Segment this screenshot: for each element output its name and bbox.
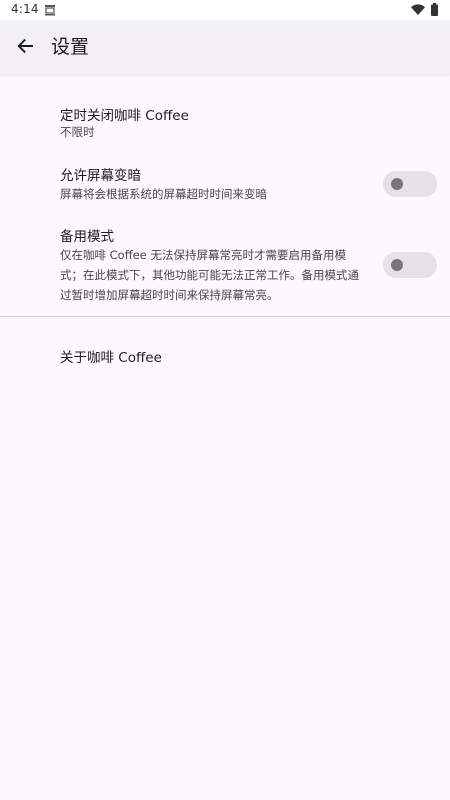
setting-backup-mode[interactable]: 备用模式 仅在咖啡 Coffee 无法保持屏幕常亮时才需要启用备用模式；在此模式… bbox=[0, 217, 450, 313]
wifi-icon bbox=[411, 4, 425, 15]
setting-timer-summary: 不限时 bbox=[60, 125, 95, 139]
allow-dim-switch[interactable] bbox=[383, 171, 437, 197]
setting-timer[interactable]: 定时关闭咖啡 Coffee 不限时 bbox=[0, 96, 450, 154]
setting-allow-dim-summary: 屏幕将会根据系统的屏幕超时时间来变暗 bbox=[60, 187, 267, 201]
status-bar: 4:14 bbox=[0, 0, 450, 20]
setting-backup-mode-title: 备用模式 bbox=[60, 229, 114, 245]
battery-icon bbox=[431, 3, 438, 16]
backup-mode-switch[interactable] bbox=[383, 252, 437, 278]
page-title: 设置 bbox=[51, 36, 90, 58]
setting-about-title: 关于咖啡 Coffee bbox=[60, 350, 162, 366]
app-bar: 设置 bbox=[0, 20, 450, 74]
switch-thumb bbox=[391, 178, 403, 190]
status-time: 4:14 bbox=[11, 2, 39, 16]
setting-allow-dim[interactable]: 允许屏幕变暗 屏幕将会根据系统的屏幕超时时间来变暗 bbox=[0, 156, 450, 214]
setting-backup-mode-summary: 仅在咖啡 Coffee 无法保持屏幕常亮时才需要启用备用模式；在此模式下，其他功… bbox=[60, 248, 359, 302]
arrow-back-icon bbox=[17, 38, 33, 54]
coffee-notification-icon bbox=[45, 5, 55, 16]
divider bbox=[0, 316, 450, 317]
switch-thumb bbox=[391, 259, 403, 271]
setting-about[interactable]: 关于咖啡 Coffee bbox=[0, 338, 450, 380]
setting-allow-dim-title: 允许屏幕变暗 bbox=[60, 168, 141, 184]
back-button[interactable] bbox=[9, 30, 41, 62]
